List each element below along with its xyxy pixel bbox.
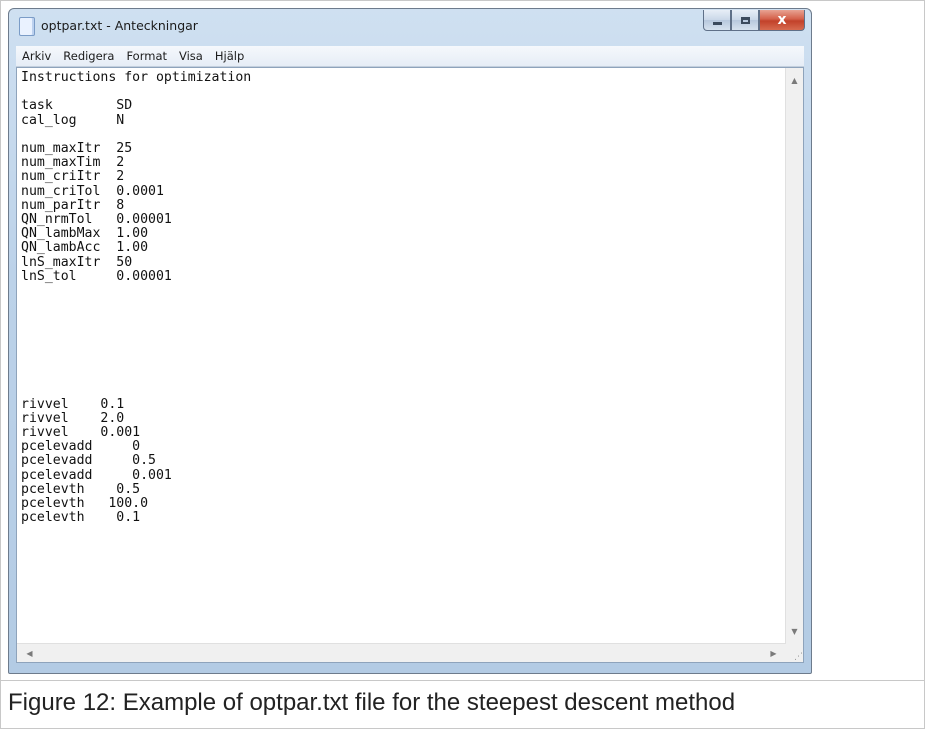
figure-caption-row: Figure 12: Example of optpar.txt file fo…	[0, 680, 925, 729]
editor-line: pcelevadd 0	[21, 439, 141, 455]
editor-line: QN_nrmTol 0.00001	[21, 212, 172, 228]
editor-line: num_maxItr 25	[21, 141, 133, 157]
editor-line: QN_lambMax 1.00	[21, 226, 149, 242]
menu-item-hjalp[interactable]: Hjälp	[209, 49, 250, 63]
menu-item-visa[interactable]: Visa	[173, 49, 209, 63]
editor-line: lnS_tol 0.00001	[21, 268, 172, 284]
vertical-scrollbar[interactable]: ▲ ▼	[785, 68, 803, 644]
notepad-window: optpar.txt - Anteckningar x Arkiv Redige…	[8, 8, 812, 674]
scroll-right-icon[interactable]: ▶	[765, 644, 782, 662]
editor-line: QN_lambAcc 1.00	[21, 240, 149, 256]
scroll-down-icon[interactable]: ▼	[786, 623, 803, 640]
maximize-button[interactable]	[731, 10, 759, 31]
figure-caption: Figure 12: Example of optpar.txt file fo…	[8, 689, 736, 716]
editor-line: pcelevadd 0.001	[21, 467, 172, 483]
scroll-up-icon[interactable]: ▲	[786, 72, 803, 89]
editor-line: Instructions for optimization	[21, 71, 252, 85]
text-editor[interactable]: Instructions for optimization task SD cal…	[16, 67, 804, 663]
minimize-button[interactable]	[703, 10, 731, 31]
maximize-icon	[740, 16, 750, 24]
editor-line: pcelevth 100.0	[21, 496, 149, 512]
menu-item-arkiv[interactable]: Arkiv	[16, 49, 57, 63]
editor-line: task SD	[21, 98, 133, 114]
notepad-icon	[19, 17, 35, 36]
editor-text-area[interactable]: Instructions for optimization task SD cal…	[21, 71, 781, 641]
editor-line: num_parItr 8	[21, 197, 125, 213]
menu-item-redigera[interactable]: Redigera	[57, 49, 120, 63]
resize-grip-icon[interactable]: ⋰	[785, 644, 803, 662]
editor-line: rivvel 0.1	[21, 396, 125, 412]
menu-item-format[interactable]: Format	[120, 49, 173, 63]
editor-line: pcelevth 0.5	[21, 481, 141, 497]
close-icon: x	[777, 12, 787, 28]
close-button[interactable]: x	[759, 10, 805, 31]
caption-buttons: x	[703, 10, 805, 32]
editor-line: cal_log N	[21, 112, 125, 128]
horizontal-scrollbar[interactable]: ◀ ▶	[17, 643, 786, 662]
editor-line: pcelevth 0.1	[21, 510, 141, 526]
editor-line: pcelevadd 0.5	[21, 453, 156, 469]
figure-frame: optpar.txt - Anteckningar x Arkiv Redige…	[0, 0, 925, 680]
title-bar[interactable]: optpar.txt - Anteckningar x	[9, 9, 811, 45]
editor-line: num_maxTim 2	[21, 155, 125, 171]
editor-line: rivvel 0.001	[21, 425, 141, 441]
editor-line: rivvel 2.0	[21, 410, 125, 426]
editor-line: lnS_maxItr 50	[21, 254, 133, 270]
window-title: optpar.txt - Anteckningar	[41, 18, 198, 33]
editor-line: num_criTol 0.0001	[21, 183, 164, 199]
editor-line: num_criItr 2	[21, 169, 125, 185]
menu-bar: Arkiv Redigera Format Visa Hjälp	[16, 46, 804, 67]
minimize-icon	[712, 21, 722, 25]
scroll-left-icon[interactable]: ◀	[21, 644, 38, 662]
